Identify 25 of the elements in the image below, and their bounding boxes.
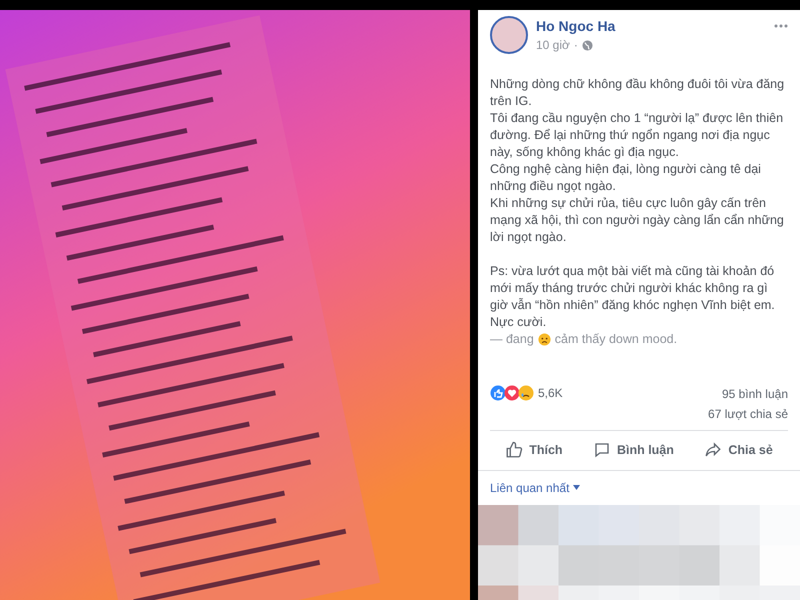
feeling-text[interactable]: cảm thấy down mood. (554, 331, 678, 348)
globe-icon (582, 40, 593, 50)
share-arrow-icon (704, 441, 722, 460)
feeling-prefix: — đang (490, 331, 534, 348)
post-time[interactable]: 10 giờ (536, 36, 570, 54)
action-button[interactable]: Chia sẻ (696, 439, 781, 462)
author-name[interactable]: Ho Ngoc Ha (536, 16, 616, 36)
separator: · (574, 37, 578, 54)
avatar[interactable] (490, 16, 528, 54)
crying-face-icon (518, 385, 534, 401)
share-count[interactable]: 67 lượt chia sẻ (708, 404, 788, 424)
post-text: Những dòng chữ không đầu không đuôi tôi vừa đăng trên IG. Tôi đang cầu nguyện cho 1 “người lạ” được lên thiên đường. Để lại những thứ ngổn ngang nơi địa ngục này, sống không khác gì địa ngục. Công nghệ càng hiện đại, lòng người càng tê dại những điều ngọt ngào. Khi những sự chửi rủa, tiêu cực luôn gây cấn trên mạng xã hội, thì con người ngày càng lẩn cẩn những lời ngọt ngào. (490, 76, 786, 246)
caret-icon (573, 485, 580, 490)
action-button[interactable]: Thích (497, 439, 571, 462)
comment-count[interactable]: 95 bình luận (722, 384, 788, 404)
speech-bubble-icon (592, 441, 611, 460)
sad-face-icon (538, 333, 551, 346)
like-reaction-icon (490, 385, 506, 401)
thumbs-up-icon (505, 441, 524, 460)
post-text: Ps: vừa lướt qua một bài viết mà cũng tài khoản đó mới mấy tháng trước chửi người khác không ra gì giờ vẫn “hồn nhiên” đăng khóc nghẹn Vĩnh biệt em. Nực cười. (490, 263, 776, 331)
heart-reaction-icon (504, 385, 520, 401)
reaction-count[interactable]: 5,6K (538, 384, 563, 402)
sort-dropdown[interactable]: Liên quan nhất (490, 478, 580, 497)
more-icon[interactable] (774, 24, 788, 28)
action-button[interactable]: Bình luận (584, 439, 682, 462)
